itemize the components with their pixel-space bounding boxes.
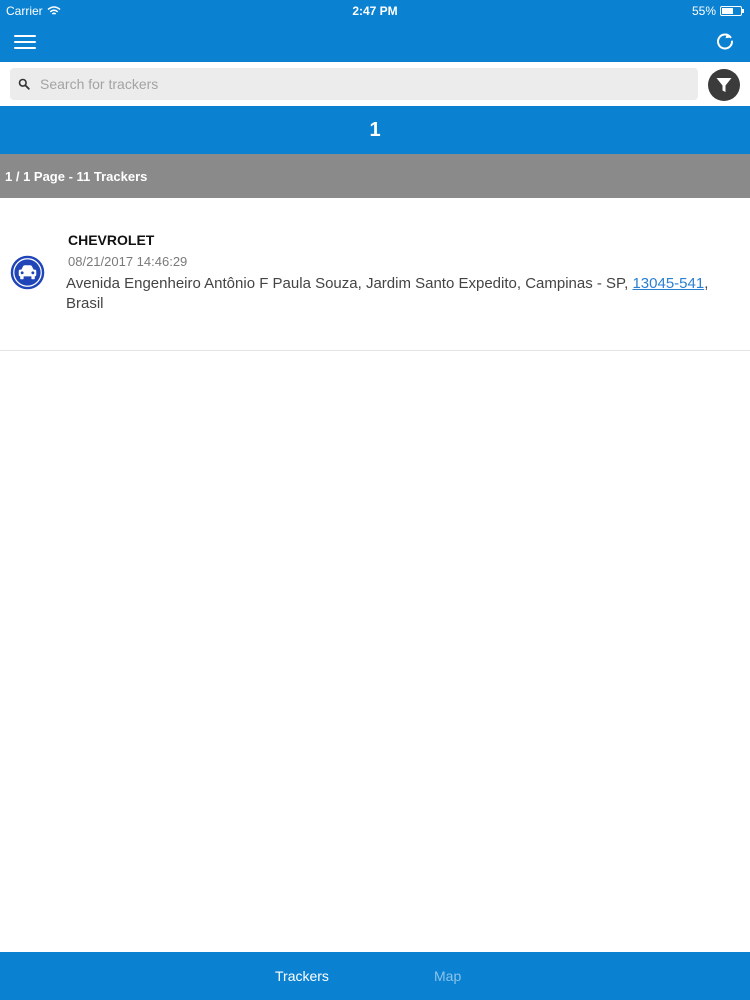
top-navigation-bar bbox=[0, 22, 750, 62]
search-field[interactable] bbox=[10, 68, 698, 100]
pagination-summary: 1 / 1 Page - 11 Trackers bbox=[0, 154, 750, 198]
tracker-timestamp: 08/21/2017 14:46:29 bbox=[68, 254, 188, 269]
battery-percentage: 55% bbox=[691, 4, 716, 18]
car-icon bbox=[10, 255, 45, 290]
filter-icon[interactable] bbox=[708, 69, 740, 101]
battery-icon bbox=[720, 6, 744, 16]
refresh-icon[interactable] bbox=[714, 30, 736, 52]
bottom-tab-bar: Trackers Map bbox=[0, 952, 750, 1000]
tab-trackers[interactable]: Trackers bbox=[275, 952, 329, 1000]
search-icon bbox=[18, 78, 30, 90]
search-input[interactable] bbox=[38, 75, 682, 93]
tracker-address-text: Avenida Engenheiro Antônio F Paula Souza… bbox=[66, 275, 633, 292]
battery-info: 55% bbox=[691, 4, 744, 18]
tracker-address: Avenida Engenheiro Antônio F Paula Souza… bbox=[66, 274, 726, 314]
tracker-list-item[interactable]: CHEVROLET 08/21/2017 14:46:29 Avenida En… bbox=[0, 198, 750, 351]
tab-map[interactable]: Map bbox=[434, 952, 461, 1000]
search-bar bbox=[0, 62, 750, 106]
postal-code-link[interactable]: 13045-541 bbox=[632, 275, 704, 292]
hamburger-menu-icon[interactable] bbox=[14, 32, 36, 52]
tracker-name: CHEVROLET bbox=[68, 232, 155, 248]
tracker-list: CHEVROLET 08/21/2017 14:46:29 Avenida En… bbox=[0, 198, 750, 351]
status-time: 2:47 PM bbox=[352, 4, 398, 18]
status-bar: Carrier 2:47 PM 55% bbox=[0, 0, 750, 22]
page-number-button[interactable]: 1 bbox=[0, 106, 750, 154]
